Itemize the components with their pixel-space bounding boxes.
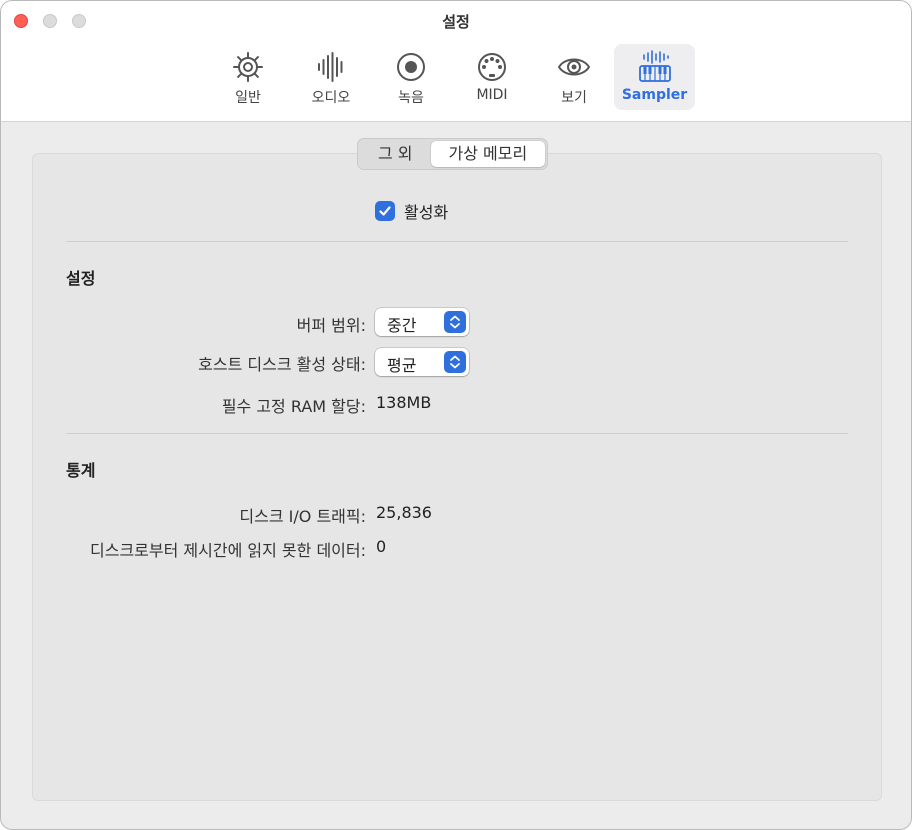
buffer-range-popup[interactable]: 중간 bbox=[375, 308, 469, 336]
disk-activity-label: 호스트 디스크 활성 상태: bbox=[198, 351, 366, 375]
sampler-keyboard-icon bbox=[638, 50, 672, 84]
toolbar-label-sampler: Sampler bbox=[622, 87, 687, 103]
toolbar-label-general: 일반 bbox=[235, 87, 261, 107]
disk-io-label: 디스크 I/O 트래픽: bbox=[239, 503, 366, 527]
chevron-up-down-icon bbox=[444, 351, 466, 373]
toolbar-item-view[interactable]: 보기 bbox=[543, 44, 605, 110]
unread-data-value: 0 bbox=[376, 537, 386, 556]
buffer-range-value: 중간 bbox=[387, 312, 416, 336]
toolbar-label-recording: 녹음 bbox=[398, 87, 424, 107]
settings-window: 설정 일반 bbox=[0, 0, 912, 830]
toolbar-label-view: 보기 bbox=[561, 87, 587, 107]
buffer-range-label: 버퍼 범위: bbox=[297, 312, 366, 336]
toolbar-item-recording[interactable]: 녹음 bbox=[381, 44, 441, 110]
enable-checkbox[interactable] bbox=[375, 201, 395, 221]
tab-virtual-memory[interactable]: 가상 메모리 bbox=[431, 141, 546, 167]
stats-section-title: 통계 bbox=[66, 457, 95, 481]
divider bbox=[66, 241, 848, 242]
enable-checkbox-row[interactable]: 활성화 bbox=[375, 199, 448, 223]
tab-other[interactable]: 그 외 bbox=[360, 141, 431, 167]
divider bbox=[66, 433, 848, 434]
chevron-up-down-icon bbox=[444, 311, 466, 333]
ram-label: 필수 고정 RAM 할당: bbox=[222, 393, 366, 417]
eye-icon bbox=[557, 50, 591, 84]
midi-port-icon bbox=[475, 50, 509, 84]
waveform-icon bbox=[314, 50, 348, 84]
settings-section-title: 설정 bbox=[66, 265, 95, 289]
tab-control: 그 외 가상 메모리 bbox=[357, 138, 548, 170]
toolbar-item-audio[interactable]: 오디오 bbox=[299, 44, 363, 110]
ram-value: 138MB bbox=[376, 393, 431, 412]
disk-activity-value: 평균 bbox=[387, 352, 416, 376]
title-bar: 설정 일반 bbox=[1, 1, 911, 122]
toolbar-item-sampler[interactable]: Sampler bbox=[614, 44, 695, 110]
gear-icon bbox=[231, 50, 265, 84]
disk-activity-popup[interactable]: 평균 bbox=[375, 348, 469, 376]
record-icon bbox=[394, 50, 428, 84]
toolbar-label-audio: 오디오 bbox=[312, 87, 351, 107]
toolbar-item-general[interactable]: 일반 bbox=[217, 44, 279, 110]
enable-label: 활성화 bbox=[404, 199, 448, 223]
toolbar-item-midi[interactable]: MIDI bbox=[461, 44, 523, 110]
toolbar-label-midi: MIDI bbox=[476, 87, 507, 103]
window-title: 설정 bbox=[1, 11, 911, 32]
disk-io-value: 25,836 bbox=[376, 503, 432, 522]
virtual-memory-panel bbox=[32, 153, 882, 801]
checkmark-icon bbox=[378, 204, 392, 218]
unread-data-label: 디스크로부터 제시간에 읽지 못한 데이터: bbox=[90, 537, 366, 561]
